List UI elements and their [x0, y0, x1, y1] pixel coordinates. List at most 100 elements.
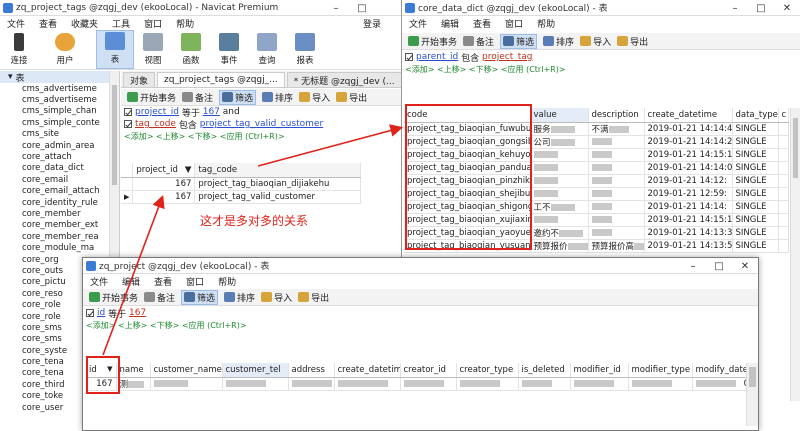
- dict-filter-field[interactable]: parent_id: [416, 52, 458, 62]
- cell-value[interactable]: [530, 213, 589, 227]
- filter-row-2[interactable]: tag_code 包含 project_tag_valid_customer: [121, 118, 401, 130]
- project-filter-value[interactable]: 167: [129, 308, 146, 318]
- cell-creator-id[interactable]: [400, 377, 457, 391]
- tree-item[interactable]: core_admin_area: [0, 140, 119, 151]
- cell-c[interactable]: [778, 226, 789, 240]
- dict-minimize-button[interactable]: –: [722, 0, 748, 16]
- project-export-button[interactable]: 导出: [298, 291, 329, 304]
- tree-item[interactable]: core_member_ext: [0, 220, 119, 231]
- column-header-customer-tel[interactable]: customer_tel: [222, 363, 289, 378]
- filter-row-1[interactable]: project_id 等于 167 and: [121, 106, 401, 118]
- cell-c[interactable]: [778, 239, 789, 253]
- project-filter-operator[interactable]: 等于: [108, 307, 126, 320]
- cell-create-datetime[interactable]: 2019-01-21 14:14:: [644, 200, 733, 214]
- cell-data-type[interactable]: SINGLE: [732, 239, 779, 253]
- menu-favorites[interactable]: 收藏夹: [64, 17, 105, 30]
- cell-customer-tel[interactable]: [222, 377, 289, 391]
- cell-modifier-type[interactable]: [628, 377, 693, 391]
- tree-item[interactable]: core_member: [0, 208, 119, 219]
- cell-value[interactable]: 服务: [530, 122, 589, 136]
- filter-field[interactable]: project_id: [135, 107, 179, 117]
- filter-checkbox-2[interactable]: [124, 120, 132, 128]
- cell-code[interactable]: project_tag_biaoqian_shejibumanyi: [404, 187, 531, 201]
- dict-import-button[interactable]: 导入: [580, 35, 611, 48]
- project-scrollbar[interactable]: [746, 363, 758, 426]
- cell-create-datetime[interactable]: 2019-01-21 14:14:43: [644, 122, 733, 136]
- cell-code[interactable]: project_tag_biaoqian_xujiaxinxi: [404, 213, 531, 227]
- dict-menu-file[interactable]: 文件: [402, 17, 434, 30]
- project-filter-field[interactable]: id: [97, 308, 105, 318]
- column-header-data-type[interactable]: data_type: [732, 108, 779, 123]
- view-button[interactable]: 视图: [134, 30, 172, 69]
- begin-transaction-button[interactable]: 开始事务: [127, 91, 176, 104]
- cell-c[interactable]: [778, 187, 789, 201]
- column-header-project-id[interactable]: project_id ▼: [132, 163, 196, 178]
- table-row[interactable]: project_tag_biaoqian_yusuanbaojiag预算报价预算…: [404, 239, 789, 253]
- project-filter-checkbox[interactable]: [86, 309, 94, 317]
- column-header-creator-type[interactable]: creator_type: [456, 363, 519, 378]
- cell-create-datetime[interactable]: 2019-01-21 14:14:00: [644, 161, 733, 175]
- cell-description[interactable]: [588, 148, 645, 162]
- column-header-creator-id[interactable]: creator_id: [400, 363, 457, 378]
- cell-description[interactable]: [588, 174, 645, 188]
- cell-data-type[interactable]: SINGLE: [732, 148, 779, 162]
- project-sort-button[interactable]: 排序: [224, 291, 255, 304]
- table-button[interactable]: 表: [96, 30, 134, 69]
- dict-memo-button[interactable]: 备注: [463, 35, 494, 48]
- cell-code[interactable]: project_tag_biaoqian_fuwubumanyi: [404, 122, 531, 136]
- project-menu-help[interactable]: 帮助: [211, 275, 243, 288]
- filter-checkbox-1[interactable]: [124, 108, 132, 116]
- cell-name[interactable]: 测: [116, 377, 151, 391]
- cell-data-type[interactable]: SINGLE: [732, 161, 779, 175]
- filter-value-2[interactable]: project_tag_valid_customer: [200, 119, 323, 129]
- cell-value[interactable]: [530, 187, 589, 201]
- cell-data-type[interactable]: SINGLE: [732, 135, 779, 149]
- dict-close-button[interactable]: ✕: [774, 0, 800, 16]
- tree-item[interactable]: core_data_dict: [0, 163, 119, 174]
- tree-item[interactable]: cms_simple_conte: [0, 117, 119, 128]
- tree-tables-node[interactable]: ▾ 表: [0, 71, 119, 84]
- project-minimize-button[interactable]: –: [680, 258, 706, 274]
- memo-button[interactable]: 备注: [182, 91, 213, 104]
- dict-filter-operator[interactable]: 包含: [461, 51, 479, 64]
- project-filter-button[interactable]: 筛选: [181, 289, 219, 305]
- column-header-value[interactable]: value: [530, 108, 589, 123]
- filter-hint[interactable]: <添加> <上移> <下移> <应用 (Ctrl+R)>: [121, 130, 401, 142]
- maximize-button[interactable]: □: [349, 0, 375, 16]
- cell-description[interactable]: [588, 213, 645, 227]
- cell-create-datetime[interactable]: [334, 377, 401, 391]
- table-row[interactable]: project_tag_biaoqian_pinzhikehu 2019-01-2…: [404, 174, 789, 188]
- cell-description[interactable]: [588, 161, 645, 175]
- tree-item[interactable]: cms_simple_chan: [0, 106, 119, 117]
- tree-item[interactable]: cms_advertiseme: [0, 94, 119, 105]
- cell-create-datetime[interactable]: 2019-01-21 14:13:32: [644, 226, 733, 240]
- dict-menu-view[interactable]: 查看: [466, 17, 498, 30]
- cell-description[interactable]: [588, 226, 645, 240]
- cell-value[interactable]: 邀约不: [530, 226, 589, 240]
- table-row[interactable]: project_tag_biaoqian_shigongbuman工不 2019-…: [404, 200, 789, 214]
- column-header-c[interactable]: c: [778, 108, 789, 123]
- column-header-modifier-type[interactable]: modifier_type: [628, 363, 693, 378]
- tree-item[interactable]: cms_advertiseme: [0, 83, 119, 94]
- cell-address[interactable]: [288, 377, 335, 391]
- tree-item[interactable]: core_module_ma: [0, 242, 119, 253]
- column-header-code[interactable]: code: [404, 108, 531, 123]
- login-link[interactable]: 登录: [356, 17, 401, 30]
- cell-modifier-id[interactable]: [570, 377, 629, 391]
- filter-button[interactable]: 筛选: [219, 89, 257, 105]
- cell-code[interactable]: project_tag_biaoqian_yaoyuebujishi: [404, 226, 531, 240]
- menu-help[interactable]: 帮助: [169, 17, 201, 30]
- cell-value[interactable]: 公司: [530, 135, 589, 149]
- cell-create-datetime[interactable]: 2019-01-21 12:59:: [644, 187, 733, 201]
- menu-tools[interactable]: 工具: [105, 17, 137, 30]
- tree-item[interactable]: cms_site: [0, 129, 119, 140]
- menu-view[interactable]: 查看: [32, 17, 64, 30]
- column-header-is-deleted[interactable]: is_deleted: [518, 363, 571, 378]
- cell-c[interactable]: [778, 135, 789, 149]
- table-row[interactable]: project_tag_biaoqian_fuwubumanyi服务不满2019…: [404, 122, 789, 136]
- cell-create-datetime[interactable]: 2019-01-21 14:13:52: [644, 239, 733, 253]
- menu-file[interactable]: 文件: [0, 17, 32, 30]
- column-header-id[interactable]: id ▼: [86, 363, 117, 378]
- import-button[interactable]: 导入: [299, 91, 330, 104]
- function-button[interactable]: 函数: [172, 30, 210, 69]
